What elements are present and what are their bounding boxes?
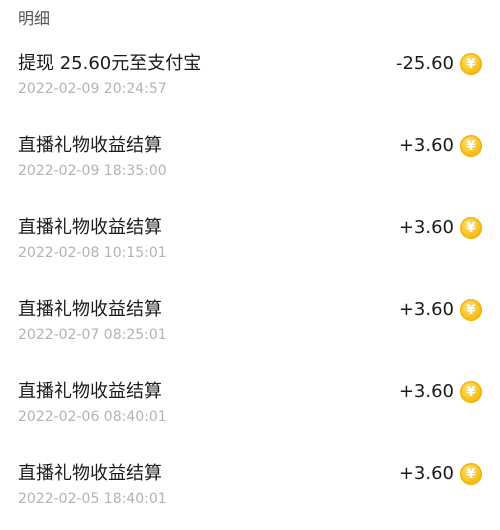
transaction-amount-group: +3.60 ¥ bbox=[399, 134, 482, 158]
transaction-title: 直播礼物收益结算 bbox=[18, 217, 162, 238]
transaction-row[interactable]: 直播礼物收益结算 2022-02-07 08:25:01 +3.60 ¥ bbox=[0, 284, 500, 366]
transaction-amount-group: +3.60 ¥ bbox=[399, 216, 482, 240]
transaction-amount: +3.60 bbox=[398, 135, 454, 156]
gold-coin-icon: ¥ bbox=[460, 381, 482, 403]
transaction-time: 2022-02-07 08:25:01 bbox=[18, 327, 167, 343]
gold-coin-icon: ¥ bbox=[460, 135, 482, 157]
transaction-row[interactable]: 直播礼物收益结算 2022-02-06 08:40:01 +3.60 ¥ bbox=[0, 366, 500, 448]
transaction-time: 2022-02-06 08:40:01 bbox=[18, 409, 167, 425]
transaction-time: 2022-02-09 20:24:57 bbox=[18, 81, 167, 97]
transaction-amount: +3.60 bbox=[398, 217, 454, 238]
transaction-title: 直播礼物收益结算 bbox=[18, 463, 162, 484]
transaction-title: 直播礼物收益结算 bbox=[18, 381, 162, 402]
transaction-title: 提现 25.60元至支付宝 bbox=[18, 53, 202, 74]
transaction-time: 2022-02-08 10:15:01 bbox=[18, 245, 167, 261]
transaction-row[interactable]: 提现 25.60元至支付宝 2022-02-09 20:24:57 -25.60… bbox=[0, 38, 500, 120]
transaction-amount: +3.60 bbox=[398, 299, 454, 320]
transaction-title: 直播礼物收益结算 bbox=[18, 135, 162, 156]
transaction-amount: -25.60 bbox=[395, 53, 454, 74]
transaction-amount: +3.60 bbox=[398, 463, 454, 484]
transaction-time: 2022-02-05 18:40:01 bbox=[18, 491, 167, 507]
transaction-amount-group: +3.60 ¥ bbox=[399, 462, 482, 486]
transaction-row[interactable]: 直播礼物收益结算 2022-02-05 18:40:01 +3.60 ¥ bbox=[0, 448, 500, 530]
transaction-row[interactable]: 直播礼物收益结算 2022-02-08 10:15:01 +3.60 ¥ bbox=[0, 202, 500, 284]
transaction-time: 2022-02-09 18:35:00 bbox=[18, 163, 167, 179]
section-title: 明细 bbox=[18, 9, 51, 28]
transaction-amount-group: +3.60 ¥ bbox=[399, 298, 482, 322]
transaction-amount-group: -25.60 ¥ bbox=[396, 52, 482, 76]
transaction-amount-group: +3.60 ¥ bbox=[399, 380, 482, 404]
gold-coin-icon: ¥ bbox=[460, 53, 482, 75]
gold-coin-icon: ¥ bbox=[460, 463, 482, 485]
transaction-amount: +3.60 bbox=[398, 381, 454, 402]
transaction-row[interactable]: 直播礼物收益结算 2022-02-09 18:35:00 +3.60 ¥ bbox=[0, 120, 500, 202]
gold-coin-icon: ¥ bbox=[460, 299, 482, 321]
gold-coin-icon: ¥ bbox=[460, 217, 482, 239]
transaction-title: 直播礼物收益结算 bbox=[18, 299, 162, 320]
transaction-list: 提现 25.60元至支付宝 2022-02-09 20:24:57 -25.60… bbox=[0, 38, 500, 530]
